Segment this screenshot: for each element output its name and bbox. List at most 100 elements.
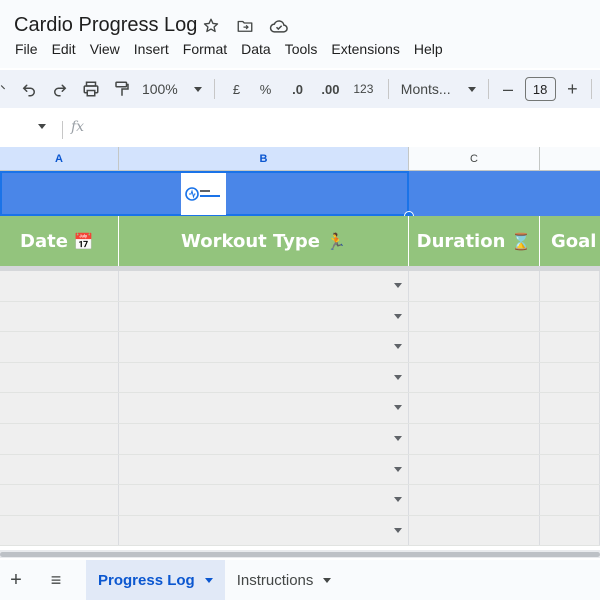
table-cell[interactable] (119, 332, 409, 362)
table-cell[interactable] (540, 485, 600, 515)
header-date[interactable]: Date 📅 (0, 216, 119, 266)
format-percent-button[interactable]: % (250, 75, 281, 103)
increase-font-size-button[interactable]: + (562, 75, 583, 103)
table-cell[interactable] (119, 454, 409, 485)
menu-file[interactable]: File (8, 40, 45, 58)
column-header-d[interactable] (540, 147, 600, 171)
table-cell[interactable] (0, 485, 119, 515)
dropdown-chevron-icon[interactable] (394, 313, 402, 319)
table-cell[interactable] (540, 301, 600, 332)
menu-format[interactable]: Format (176, 40, 234, 58)
table-cell[interactable] (0, 393, 119, 423)
header-workout-type[interactable]: Workout Type 🏃 (119, 216, 409, 266)
font-size-input[interactable]: 18 (524, 77, 556, 101)
header-date-label: Date (20, 230, 68, 252)
table-cell[interactable] (540, 332, 600, 362)
font-select[interactable]: Monts... (397, 75, 481, 103)
all-sheets-button[interactable]: ≡ (40, 564, 72, 596)
decrease-decimal-label: .0 (292, 81, 303, 97)
dropdown-chevron-icon[interactable] (394, 466, 402, 472)
move-to-folder-icon[interactable] (234, 15, 256, 37)
menu-data[interactable]: Data (234, 40, 278, 58)
table-cell[interactable] (119, 393, 409, 423)
table-cell[interactable] (119, 362, 409, 393)
star-icon[interactable] (200, 15, 222, 37)
column-header-c[interactable]: C (409, 147, 540, 171)
horizontal-scrollbar[interactable] (0, 550, 600, 558)
chevron-down-icon[interactable] (323, 577, 332, 583)
table-cell[interactable] (409, 332, 540, 362)
column-header-a[interactable]: A (0, 147, 119, 171)
menu-tools[interactable]: Tools (278, 40, 325, 58)
table-cell[interactable] (0, 515, 119, 546)
fx-icon: fx (71, 119, 85, 135)
increase-decimal-button[interactable]: .00 (314, 75, 347, 103)
table-cell[interactable] (409, 301, 540, 332)
scrollbar-thumb[interactable] (0, 552, 600, 557)
menu-view[interactable]: View (83, 40, 127, 58)
menu-edit[interactable]: Edit (45, 40, 83, 58)
print-icon[interactable] (76, 75, 107, 103)
format-currency-button[interactable]: £ (223, 75, 250, 103)
header-duration[interactable]: Duration ⌛ (409, 216, 540, 266)
add-sheet-button[interactable]: + (0, 564, 32, 596)
table-cell[interactable] (540, 271, 600, 301)
dropdown-chevron-icon[interactable] (394, 374, 402, 380)
undo-icon[interactable] (14, 75, 45, 103)
dropdown-chevron-icon[interactable] (394, 283, 402, 288)
document-title[interactable]: Cardio Progress Log (14, 14, 197, 37)
table-cell[interactable] (0, 301, 119, 332)
sheet-tab-progress-log[interactable]: Progress Log (86, 560, 225, 600)
table-cell[interactable] (119, 271, 409, 301)
table-cell[interactable] (540, 393, 600, 423)
menu-help[interactable]: Help (407, 40, 450, 58)
cloud-saved-icon[interactable] (268, 15, 290, 37)
decrease-font-size-button[interactable]: – (497, 75, 518, 103)
table-cell[interactable] (0, 332, 119, 362)
table-cell[interactable] (0, 454, 119, 485)
table-cell[interactable] (119, 485, 409, 515)
table-cell[interactable] (409, 393, 540, 423)
dropdown-chevron-icon[interactable] (394, 405, 402, 411)
column-header-b[interactable]: B (119, 147, 409, 171)
dropdown-chevron-icon[interactable] (394, 497, 402, 503)
table-cell[interactable] (540, 362, 600, 393)
paint-format-icon[interactable] (107, 75, 138, 103)
name-box-dropdown[interactable] (38, 124, 46, 129)
table-cell[interactable] (409, 485, 540, 515)
toolbar: 100% £ % .0 .00 123 Monts... – 18 + (0, 70, 600, 108)
formula-bar: fx (0, 112, 600, 146)
table-cell[interactable] (409, 423, 540, 454)
dropdown-chevron-icon[interactable] (394, 527, 402, 533)
table-cell[interactable] (409, 515, 540, 546)
dropdown-chevron-icon[interactable] (394, 435, 402, 441)
sheet-tab-bar: + ≡ Progress Log Instructions (0, 560, 600, 600)
header-goal[interactable]: Goal (540, 216, 600, 266)
table-cell[interactable] (409, 271, 540, 301)
table-cell[interactable] (0, 271, 119, 301)
table-row (0, 332, 600, 363)
table-cell[interactable] (0, 362, 119, 393)
table-row (0, 301, 600, 333)
menu-extensions[interactable]: Extensions (324, 40, 406, 58)
table-cell[interactable] (409, 362, 540, 393)
table-cell[interactable] (540, 454, 600, 485)
table-cell[interactable] (119, 301, 409, 332)
zoom-select[interactable]: 100% (138, 75, 206, 103)
redo-icon[interactable] (45, 75, 76, 103)
sheet-tab-instructions[interactable]: Instructions (225, 560, 344, 600)
more-formats-button[interactable]: 123 (347, 75, 380, 103)
menu-insert[interactable]: Insert (127, 40, 176, 58)
decrease-decimal-button[interactable]: .0 (281, 75, 314, 103)
table-cell[interactable] (540, 423, 600, 454)
table-cell[interactable] (119, 515, 409, 546)
column-headers: A B C (0, 147, 600, 171)
dropdown-chevron-icon[interactable] (394, 344, 402, 350)
table-cell[interactable] (119, 423, 409, 454)
table-cell[interactable] (540, 515, 600, 546)
search-menus-icon[interactable] (0, 75, 14, 103)
logo-image[interactable] (181, 173, 226, 215)
table-cell[interactable] (409, 454, 540, 485)
table-cell[interactable] (0, 423, 119, 454)
chevron-down-icon[interactable] (204, 577, 213, 583)
